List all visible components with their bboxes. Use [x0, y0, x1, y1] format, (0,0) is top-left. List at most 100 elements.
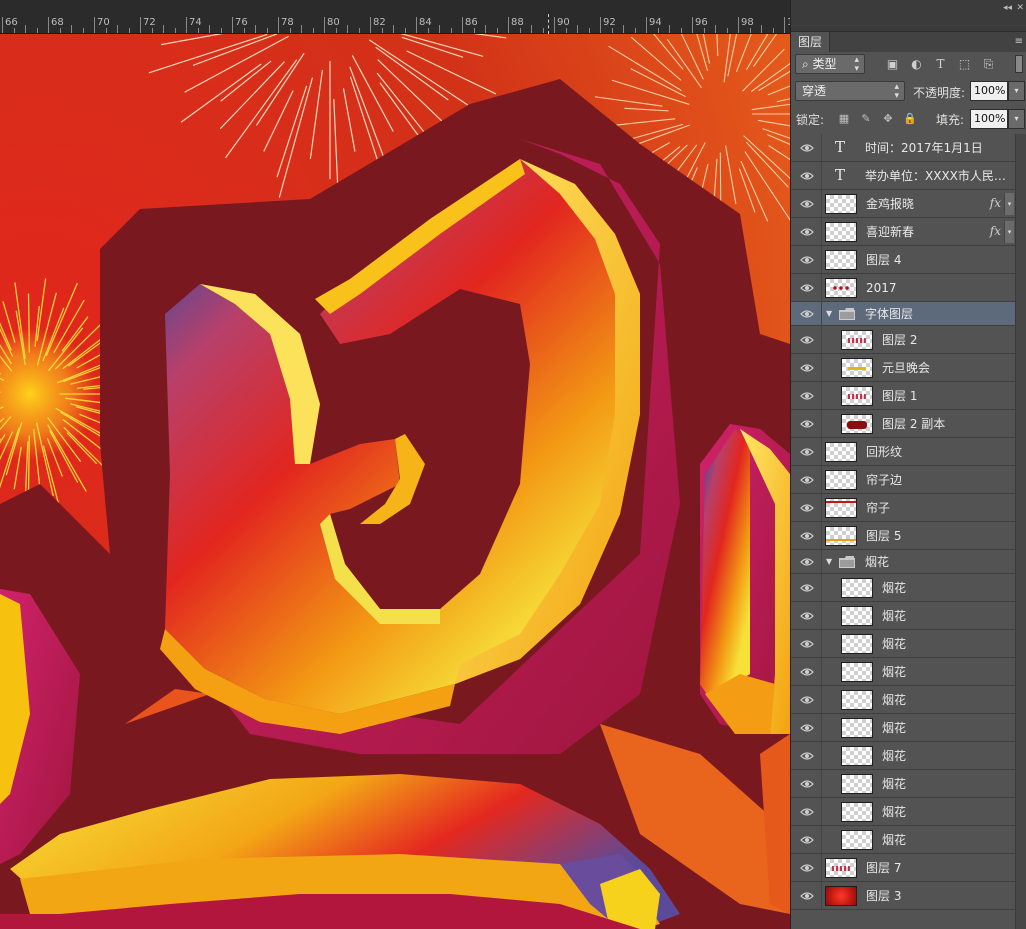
visibility-eye-icon[interactable]	[800, 503, 814, 513]
visibility-eye-icon[interactable]	[800, 171, 814, 181]
adjustment-filter-icon[interactable]: ◐	[909, 57, 924, 72]
layer-name: 2017	[866, 281, 897, 295]
visibility-eye-icon[interactable]	[800, 639, 814, 649]
visibility-eye-icon[interactable]	[800, 557, 814, 567]
visibility-eye-icon[interactable]	[800, 419, 814, 429]
layer-row[interactable]: 图层 1	[791, 382, 1015, 410]
layer-row[interactable]: 烟花	[791, 686, 1015, 714]
layer-group-row[interactable]: ▼ 字体图层	[791, 302, 1015, 326]
layer-row[interactable]: 烟花	[791, 630, 1015, 658]
layer-row[interactable]: 帘子边	[791, 466, 1015, 494]
lock-position-icon[interactable]: ✥	[881, 112, 895, 126]
layer-row[interactable]: 烟花	[791, 770, 1015, 798]
fill-input[interactable]: 100%	[970, 109, 1008, 129]
visibility-eye-icon[interactable]	[800, 363, 814, 373]
visibility-eye-icon[interactable]	[800, 199, 814, 209]
layer-row[interactable]: 图层 4	[791, 246, 1015, 274]
tab-layers[interactable]: 图层	[791, 32, 831, 52]
visibility-eye-icon[interactable]	[800, 475, 814, 485]
layer-row[interactable]: 图层 7	[791, 854, 1015, 882]
fx-effects-icon[interactable]: fx	[990, 224, 1001, 238]
layer-row[interactable]: 烟花	[791, 798, 1015, 826]
layer-row[interactable]: 烟花	[791, 826, 1015, 854]
layer-group-row[interactable]: ▼ 烟花	[791, 550, 1015, 574]
visibility-eye-icon[interactable]	[800, 723, 814, 733]
visibility-eye-icon[interactable]	[800, 447, 814, 457]
panel-dock-header: ◂◂ ✕	[791, 0, 1026, 32]
visibility-eye-icon[interactable]	[800, 583, 814, 593]
group-expanded-chevron-icon[interactable]: ▼	[826, 557, 832, 566]
smart-object-filter-icon[interactable]: ⎘	[981, 57, 996, 72]
filter-toggle-switch[interactable]	[1015, 55, 1023, 73]
layer-name: 元旦晚会	[882, 361, 931, 375]
layer-row[interactable]: 元旦晚会	[791, 354, 1015, 382]
layer-name: 字体图层	[865, 307, 914, 321]
expand-effects-icon[interactable]: ▾	[1004, 221, 1014, 243]
lock-image-pixels-icon[interactable]: ✎	[859, 112, 873, 126]
layer-row[interactable]: 帘子	[791, 494, 1015, 522]
expand-effects-icon[interactable]: ▾	[1004, 193, 1014, 215]
layer-row[interactable]: 回形纹	[791, 438, 1015, 466]
layer-thumbnail	[841, 718, 873, 738]
visibility-eye-icon[interactable]	[800, 391, 814, 401]
ruler-minor-tick	[358, 28, 360, 33]
layer-row[interactable]: 烟花	[791, 714, 1015, 742]
horizontal-ruler[interactable]: 66687072747678808284868890929496981	[0, 0, 820, 34]
layer-row[interactable]: T 举办单位：XXXX市人民…	[791, 162, 1015, 190]
opacity-dropdown-icon[interactable]: ▾	[1008, 81, 1025, 101]
fx-effects-icon[interactable]: fx	[990, 196, 1001, 210]
ruler-minor-tick	[289, 28, 291, 33]
layer-row[interactable]: 2017	[791, 274, 1015, 302]
ruler-major-tick	[94, 17, 95, 33]
layer-row[interactable]: 喜迎新春 fx ▾	[791, 218, 1015, 246]
type-filter-icon[interactable]: T	[933, 57, 948, 72]
layer-row[interactable]: T 时间：2017年1月1日	[791, 134, 1015, 162]
ruler-minor-tick	[565, 28, 567, 33]
visibility-eye-icon[interactable]	[800, 695, 814, 705]
visibility-eye-icon[interactable]	[800, 779, 814, 789]
blend-mode-select[interactable]: 穿透 ▴ ▾	[795, 81, 905, 101]
layer-row[interactable]: 烟花	[791, 658, 1015, 686]
layer-row[interactable]: 图层 3	[791, 882, 1015, 910]
layer-row[interactable]: 图层 5	[791, 522, 1015, 550]
visibility-eye-icon[interactable]	[800, 309, 814, 319]
lock-transparent-pixels-icon[interactable]: ▦	[837, 112, 851, 126]
group-expanded-chevron-icon[interactable]: ▼	[826, 309, 832, 318]
layers-scrollbar[interactable]	[1015, 134, 1026, 929]
layer-row[interactable]: 烟花	[791, 602, 1015, 630]
layer-row[interactable]: 烟花	[791, 574, 1015, 602]
lock-all-icon[interactable]: 🔒	[903, 112, 917, 126]
layer-row[interactable]: 图层 2 副本	[791, 410, 1015, 438]
visibility-eye-icon[interactable]	[800, 227, 814, 237]
close-panel-icon[interactable]: ✕	[1016, 3, 1024, 13]
visibility-eye-icon[interactable]	[800, 143, 814, 153]
layer-row[interactable]: 烟花	[791, 742, 1015, 770]
visibility-eye-icon[interactable]	[800, 835, 814, 845]
document-canvas[interactable]	[0, 34, 790, 929]
layer-row[interactable]: 金鸡报晓 fx ▾	[791, 190, 1015, 218]
opacity-input[interactable]: 100%	[970, 81, 1008, 101]
panel-tab-bar: 图层 ≡	[791, 32, 1026, 52]
image-filter-icon[interactable]: ▣	[885, 57, 900, 72]
panel-menu-icon[interactable]: ≡	[1015, 36, 1023, 47]
visibility-eye-icon[interactable]	[800, 335, 814, 345]
visibility-eye-icon[interactable]	[800, 863, 814, 873]
visibility-eye-icon[interactable]	[800, 611, 814, 621]
layer-name: 烟花	[882, 581, 907, 595]
layer-row[interactable]: 图层 2	[791, 326, 1015, 354]
visibility-eye-icon[interactable]	[800, 531, 814, 541]
ruler-minor-tick	[197, 28, 199, 33]
collapse-panels-icon[interactable]: ◂◂	[1003, 3, 1012, 13]
visibility-eye-icon[interactable]	[800, 283, 814, 293]
visibility-eye-icon[interactable]	[800, 891, 814, 901]
ruler-minor-tick	[761, 25, 762, 33]
visibility-eye-icon[interactable]	[800, 751, 814, 761]
shape-filter-icon[interactable]: ⬚	[957, 57, 972, 72]
filter-icons: ▣ ◐ T ⬚ ⎘	[885, 57, 996, 72]
filter-kind-select[interactable]: ⌕ 类型 ▴ ▾	[795, 54, 865, 74]
visibility-eye-icon[interactable]	[800, 667, 814, 677]
layer-filter-row: ⌕ 类型 ▴ ▾ ▣ ◐ T ⬚ ⎘	[791, 52, 1026, 80]
visibility-eye-icon[interactable]	[800, 807, 814, 817]
visibility-eye-icon[interactable]	[800, 255, 814, 265]
fill-dropdown-icon[interactable]: ▾	[1008, 109, 1025, 129]
